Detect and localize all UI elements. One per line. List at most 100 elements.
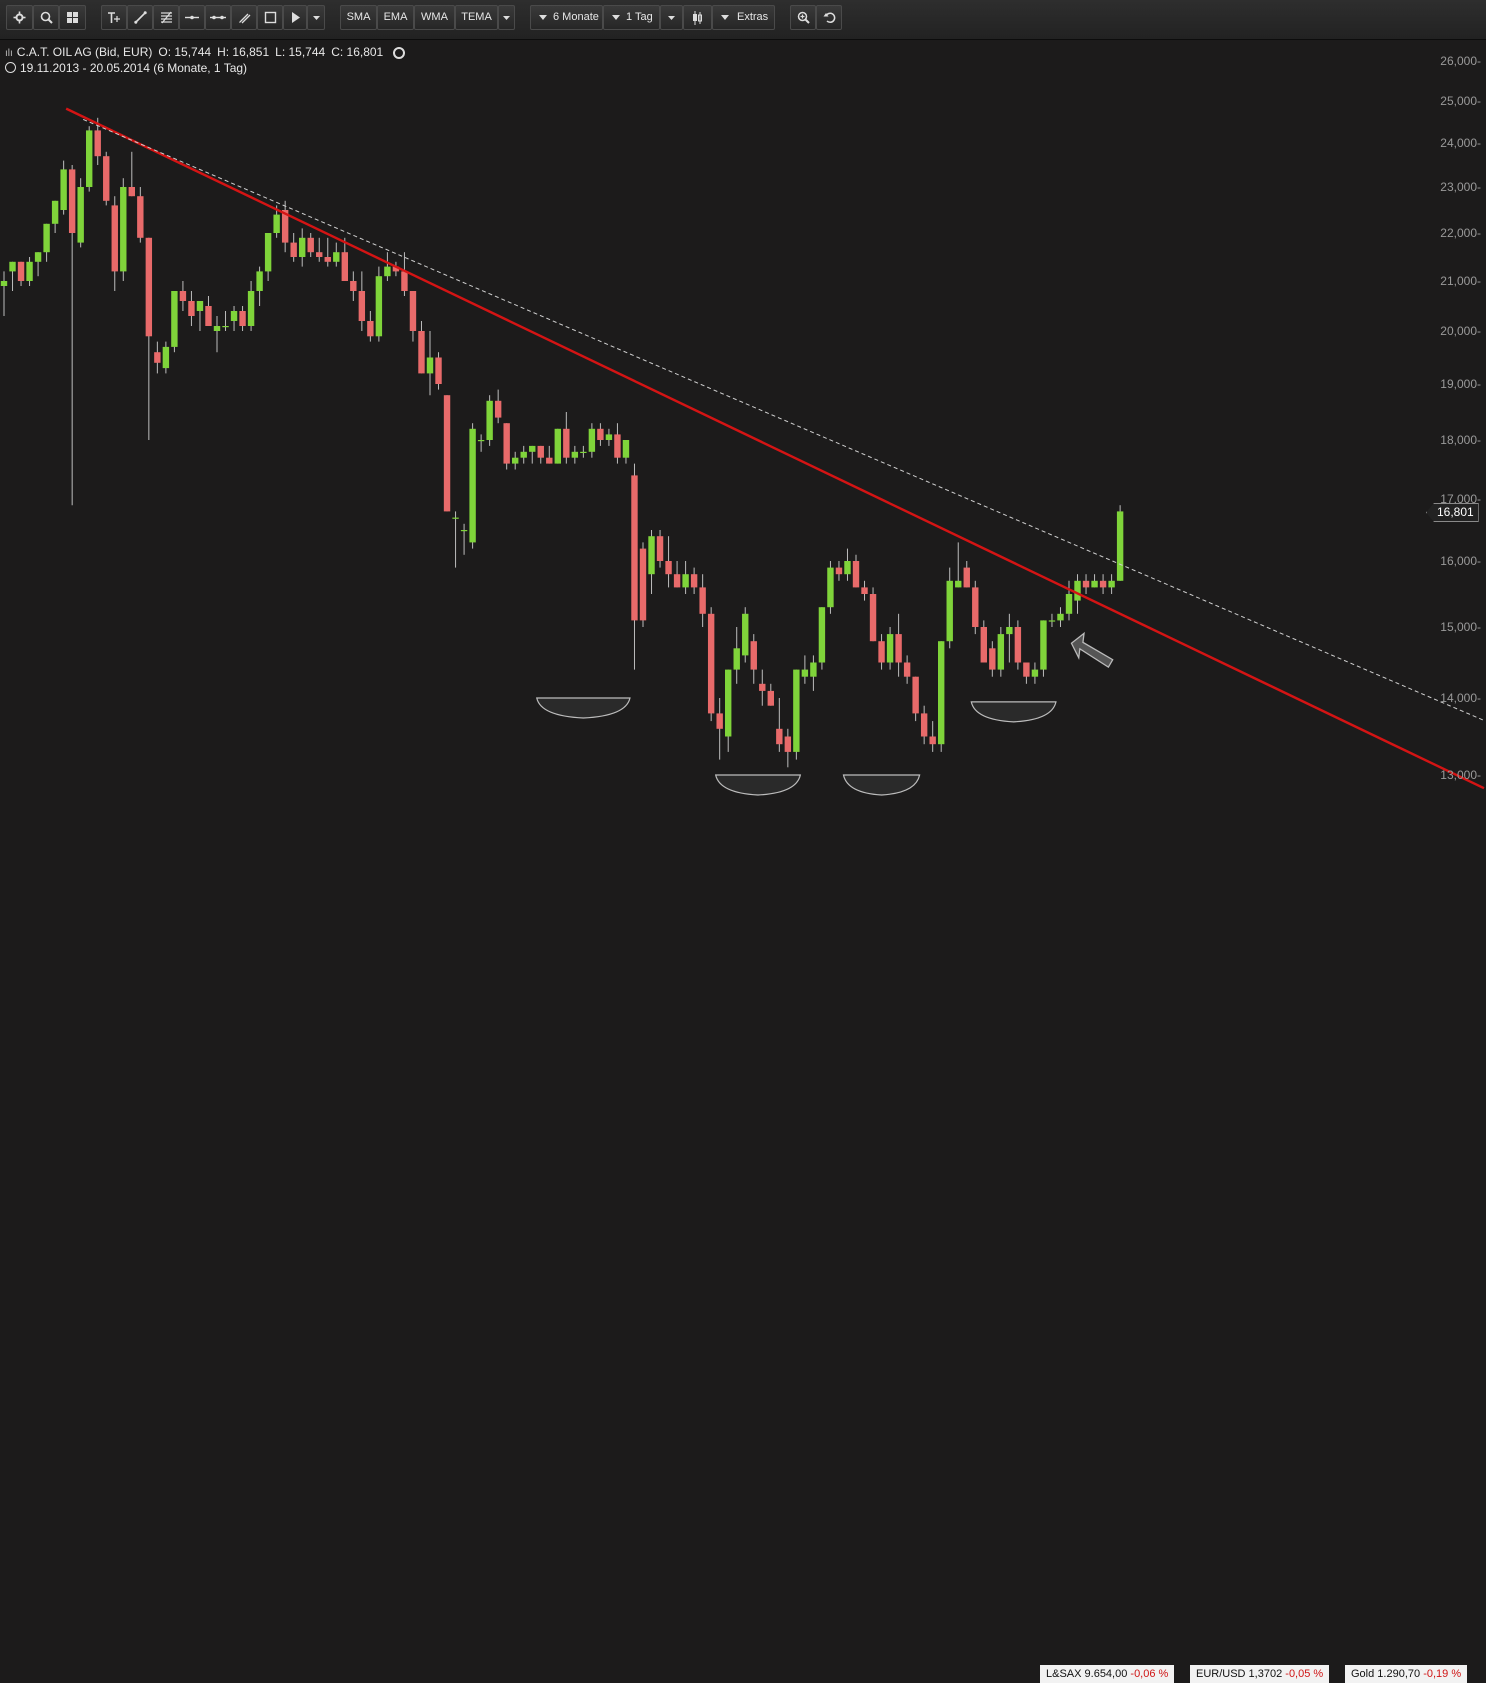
candle	[1040, 620, 1047, 677]
candle-body	[1116, 511, 1124, 581]
candle	[120, 178, 127, 281]
ticker-eurusd[interactable]: EUR/USD 1,3702 -0,05 %	[1190, 1665, 1330, 1683]
candle	[443, 395, 451, 512]
candle	[384, 252, 391, 281]
candle	[128, 151, 135, 197]
candle	[137, 187, 144, 243]
candle	[503, 423, 510, 470]
fib-tool-icon[interactable]	[153, 5, 179, 30]
candle	[316, 237, 323, 262]
candle-body	[827, 567, 834, 608]
ticker-gold[interactable]: Gold 1.290,70 -0,19 %	[1345, 1665, 1468, 1683]
candle	[682, 561, 689, 594]
candle-body	[1023, 662, 1030, 677]
candle-body	[358, 291, 366, 321]
candle-body	[196, 301, 204, 311]
candle	[409, 291, 417, 342]
candle	[614, 423, 621, 464]
rectangle-icon[interactable]	[257, 5, 283, 30]
candle-body	[903, 662, 911, 677]
candle	[375, 266, 383, 342]
candle-body	[477, 440, 485, 442]
candle	[546, 445, 553, 464]
candle	[520, 445, 527, 464]
candle-body	[179, 291, 187, 301]
candle	[835, 561, 843, 581]
candle-body	[247, 291, 255, 326]
grid-icon[interactable]	[59, 5, 86, 30]
y-tick-label: 15,000-	[1440, 620, 1481, 634]
candle-body	[639, 548, 647, 621]
candle	[946, 567, 953, 649]
candle	[222, 311, 229, 331]
candle	[179, 281, 187, 311]
y-tick-label: 16,000-	[1440, 554, 1481, 568]
ticker-lsax[interactable]: L&SAX 9.654,00 -0,06 %	[1040, 1665, 1175, 1683]
candle-body	[707, 613, 715, 714]
tema-button[interactable]: TEMA	[455, 5, 498, 30]
candle	[494, 389, 502, 424]
candle	[162, 341, 170, 374]
pattern-bowl	[714, 774, 802, 796]
segment-tool-icon[interactable]	[205, 5, 231, 30]
ticker-name: Gold 1.290,70	[1351, 1668, 1421, 1680]
pencil-icon[interactable]	[231, 5, 257, 30]
y-tick-label: 24,000-	[1440, 136, 1481, 150]
candle	[844, 548, 851, 581]
interval-select[interactable]: 1 Tag	[603, 5, 660, 30]
undo-icon[interactable]	[816, 5, 842, 30]
price-chart: 26,000- 25,000- 24,000- 23,000- 22,000- 21,00…	[0, 54, 1485, 796]
candle-body	[1074, 580, 1081, 601]
hline-tool-icon[interactable]	[179, 5, 205, 30]
wma-button[interactable]: WMA	[414, 5, 455, 30]
candle-body	[886, 634, 894, 663]
candle-body	[554, 428, 561, 464]
candle	[367, 311, 374, 342]
candle-body	[435, 357, 442, 384]
period-select[interactable]: 6 Monate	[530, 5, 603, 30]
candle	[1099, 574, 1107, 594]
candle-body	[1014, 627, 1022, 663]
ema-button[interactable]: EMA	[377, 5, 414, 30]
sma-button[interactable]: SMA	[340, 5, 377, 30]
zoom-icon[interactable]	[790, 5, 816, 30]
dropdown-icon[interactable]	[307, 5, 325, 30]
indicator-dropdown-icon[interactable]	[498, 5, 515, 30]
candle	[861, 580, 868, 601]
candle-body	[154, 352, 161, 363]
y-tick-label: 21,000-	[1440, 274, 1481, 288]
line-tool-icon[interactable]	[127, 5, 153, 30]
candle-body	[418, 331, 425, 374]
candle-body	[205, 306, 212, 326]
candles-layer	[0, 117, 1124, 768]
cursor-icon[interactable]	[283, 5, 307, 30]
candle-type-icon[interactable]	[683, 5, 712, 30]
candle	[895, 613, 902, 677]
candle	[588, 423, 596, 458]
candle	[469, 423, 476, 549]
candle	[290, 233, 297, 262]
chart-type-dropdown-icon[interactable]	[660, 5, 683, 30]
text-tool-icon[interactable]	[101, 5, 127, 30]
candle	[512, 451, 519, 470]
candle-body	[1082, 580, 1090, 588]
candle	[955, 542, 962, 588]
candle-body	[682, 574, 689, 588]
extras-select[interactable]: Extras	[712, 5, 775, 30]
candle-body	[512, 457, 519, 464]
candle-body	[34, 252, 42, 262]
candle	[699, 574, 706, 627]
candle-body	[77, 187, 84, 243]
search-icon[interactable]	[33, 5, 59, 30]
candle	[103, 151, 110, 206]
candle-body	[750, 641, 757, 670]
candle	[418, 321, 425, 374]
candle-body	[571, 451, 579, 458]
candle-body	[213, 326, 221, 331]
candle-body	[955, 580, 962, 588]
candle	[827, 561, 834, 614]
candle	[1057, 607, 1064, 627]
candle-body	[912, 676, 919, 714]
settings-icon[interactable]	[6, 5, 33, 30]
candle	[716, 698, 723, 760]
